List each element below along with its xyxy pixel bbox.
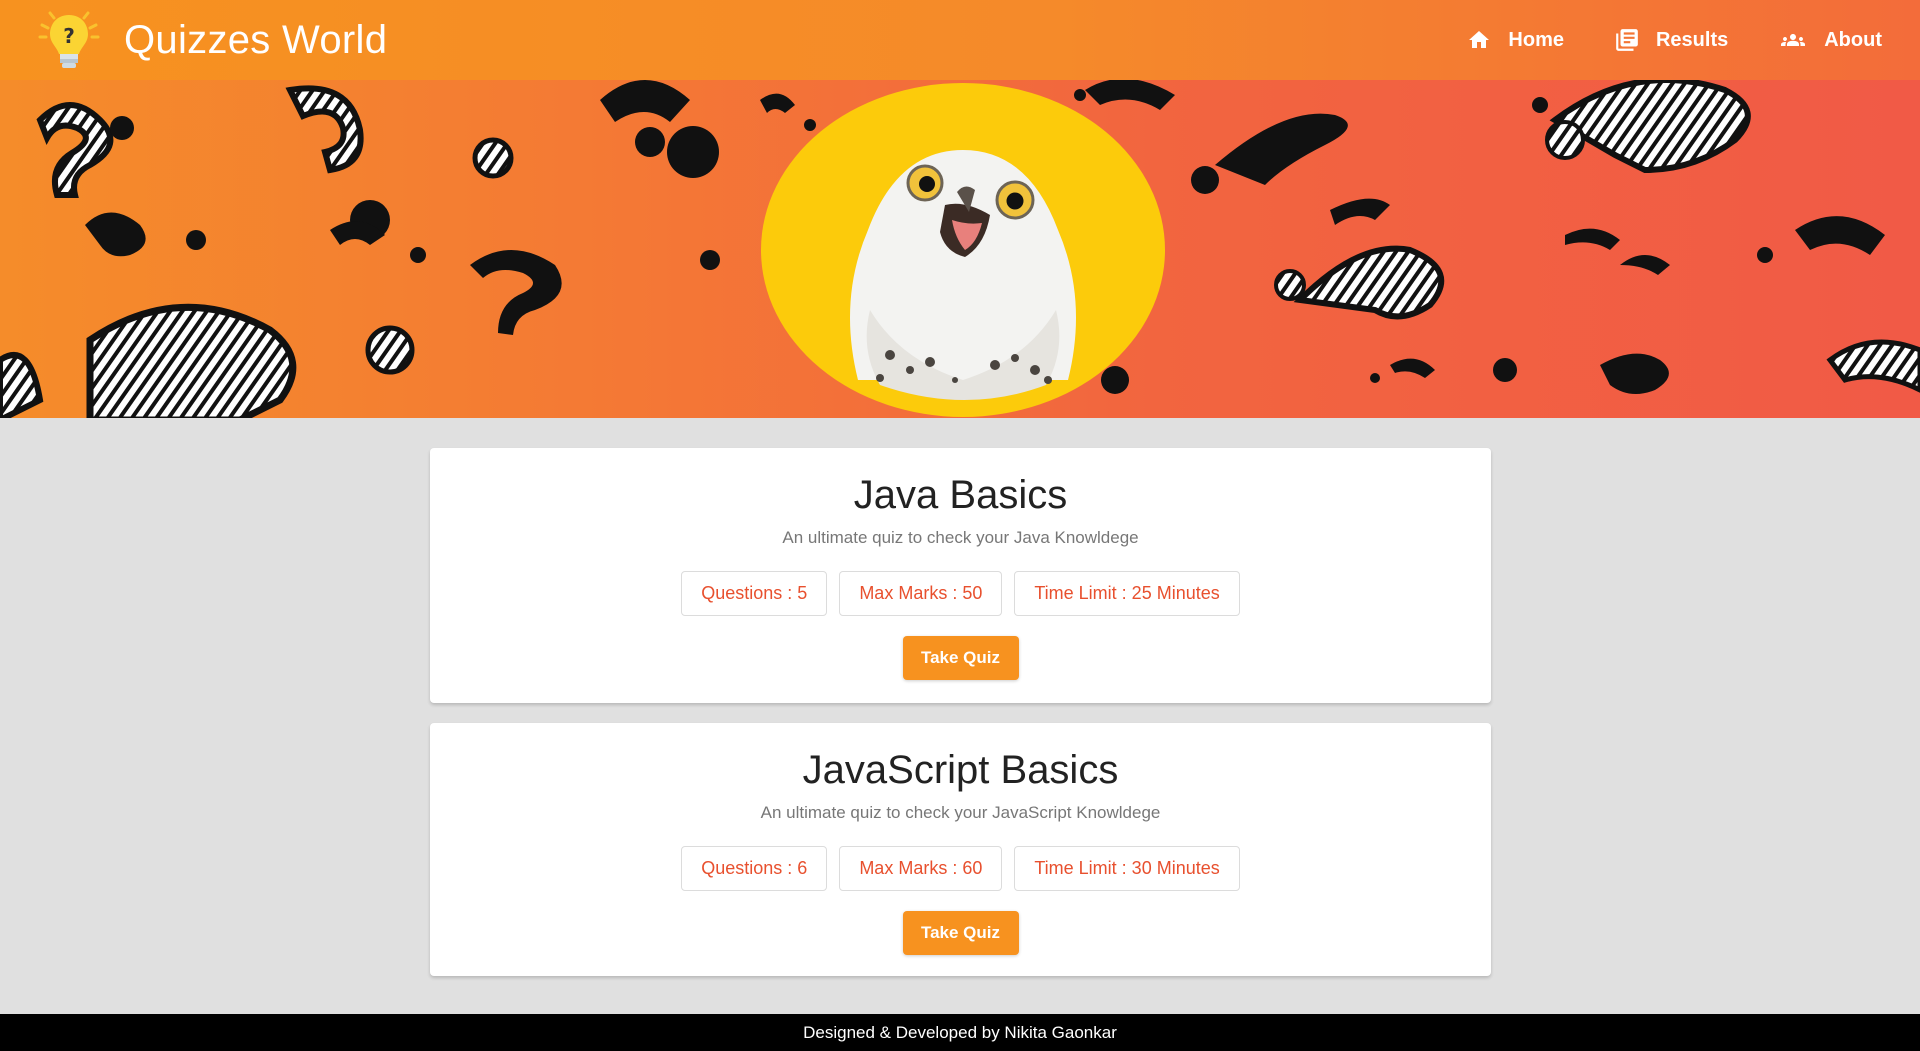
newspaper-icon — [1616, 29, 1638, 51]
people-icon — [1781, 34, 1806, 46]
top-navbar: ? Quizzes World Home Results About — [0, 0, 1920, 80]
questions-chip: Questions : 5 — [681, 571, 828, 616]
hero-banner — [0, 80, 1920, 418]
quiz-title: JavaScript Basics — [802, 748, 1119, 792]
time-limit-chip: Time Limit : 30 Minutes — [1014, 846, 1240, 891]
quiz-description: An ultimate quiz to check your Java Know… — [782, 528, 1139, 547]
take-quiz-button[interactable]: Take Quiz — [902, 911, 1019, 955]
time-limit-chip: Time Limit : 25 Minutes — [1014, 571, 1240, 616]
home-icon — [1469, 31, 1490, 48]
quiz-card: Java Basics An ultimate quiz to check yo… — [430, 448, 1491, 703]
banner-illustration — [0, 80, 1920, 418]
quiz-info-chips: Questions : 5 Max Marks : 50 Time Limit … — [430, 571, 1491, 616]
lightbulb-question-icon: ? — [38, 11, 100, 68]
nav-results[interactable]: Results — [1614, 27, 1728, 53]
brand[interactable]: ? Quizzes World — [36, 7, 387, 73]
nav-home-label: Home — [1508, 28, 1564, 51]
app-title: Quizzes World — [124, 17, 388, 62]
take-quiz-button[interactable]: Take Quiz — [902, 636, 1019, 680]
footer: Designed & Developed by Nikita Gaonkar — [0, 1014, 1920, 1051]
nav-about[interactable]: About — [1778, 28, 1882, 52]
max-marks-chip: Max Marks : 50 — [839, 571, 1003, 616]
nav-links: Home Results About — [1416, 0, 1882, 80]
footer-credit: Designed & Developed by Nikita Gaonkar — [803, 1023, 1117, 1042]
nav-about-label: About — [1824, 28, 1882, 51]
quiz-title: Java Basics — [853, 473, 1068, 517]
nav-results-label: Results — [1655, 28, 1729, 51]
max-marks-chip: Max Marks : 60 — [839, 846, 1003, 891]
quiz-info-chips: Questions : 6 Max Marks : 60 Time Limit … — [430, 846, 1491, 891]
nav-home[interactable]: Home — [1466, 28, 1564, 52]
quiz-card: JavaScript Basics An ultimate quiz to ch… — [430, 723, 1491, 976]
quiz-description: An ultimate quiz to check your JavaScrip… — [760, 803, 1161, 822]
questions-chip: Questions : 6 — [681, 846, 828, 891]
svg-text:?: ? — [63, 24, 75, 48]
